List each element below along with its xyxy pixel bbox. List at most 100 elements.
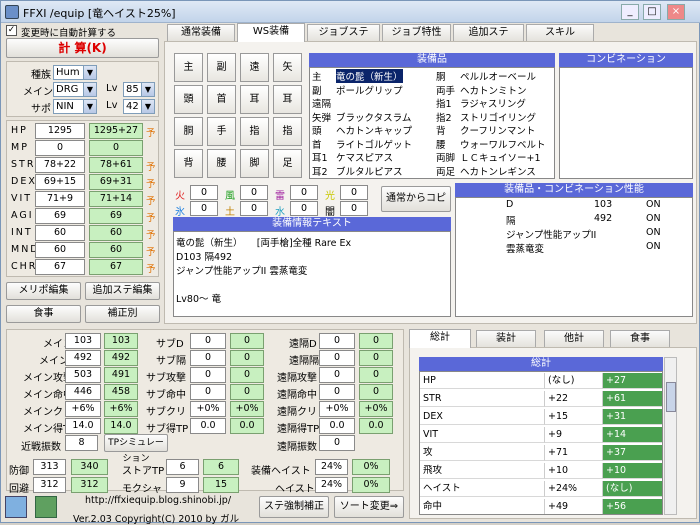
result-tab-0[interactable]: 総計 — [409, 329, 471, 348]
result-tab-2[interactable]: 他計 — [544, 330, 604, 347]
element-value[interactable]: 0 — [340, 185, 368, 200]
slot-button[interactable]: 足 — [273, 149, 302, 178]
tab-5[interactable]: スキル — [526, 24, 594, 41]
auto-calc-checkbox[interactable]: ✓ — [6, 25, 17, 36]
stat-total: 60 — [89, 225, 143, 241]
perf-list[interactable]: D 103 ON 隔 492 ON ジャンプ性能アップII ON 雲蒸竜変 ON — [455, 197, 693, 317]
window-title: FFXI /equip [竜ヘイスト25%] — [23, 7, 176, 20]
element-value[interactable]: 0 — [190, 201, 218, 216]
perf-name: 雲蒸竜変 — [506, 244, 545, 255]
race-select[interactable]: Hum ▼ — [53, 65, 97, 80]
defense-label: 防御 — [9, 466, 29, 477]
minimize-button[interactable]: _ — [621, 4, 639, 20]
slot-button[interactable]: 指 — [240, 117, 269, 146]
slot-button[interactable]: 副 — [207, 53, 236, 82]
perf-name: ジャンプ性能アップII — [506, 230, 597, 241]
totals-sum: +61 — [602, 391, 662, 407]
ranged-stat-label: 遠隔攻撃 — [277, 373, 317, 384]
equip-item[interactable]: ヘカトンキャップ — [336, 123, 412, 137]
info-line: Lv80～ 竜 — [176, 294, 222, 305]
ranged-stat-label: 遠隔隔 — [289, 356, 319, 367]
tab-3[interactable]: ジョブ特性 — [382, 24, 451, 41]
equip-item[interactable]: ヘカトンミトン — [460, 83, 527, 97]
element-symbol: 闇 — [325, 207, 335, 218]
slot-button[interactable]: 耳 — [273, 85, 302, 114]
equip-item[interactable]: ポールグリップ — [336, 83, 403, 97]
equip-list[interactable]: 主 竜の髭（新生） 胴 ペルルオーベール副 ポールグリップ 両手 ヘカトンミトン 遠隔 指1 ラジ… — [309, 67, 555, 179]
equip-item[interactable]: ケマスピアス — [336, 150, 393, 164]
equip-item[interactable]: ブラックタスラム — [336, 110, 411, 124]
tab-0[interactable]: 通常装備 — [167, 24, 235, 41]
copy-from-normal-button[interactable]: 通常からコピー — [381, 186, 451, 228]
sub-lv-select[interactable]: 42 ▼ — [123, 99, 155, 114]
addstats-button[interactable]: 追加ステ編集 — [85, 282, 160, 300]
merits-button[interactable]: メリポ編集 — [6, 282, 81, 300]
sub-job-select[interactable]: NIN ▼ — [53, 99, 97, 114]
slot-button[interactable]: 手 — [207, 117, 236, 146]
equip-item[interactable]: 竜の髭（新生） — [336, 69, 403, 83]
stat-total: 1295+27 — [89, 123, 143, 139]
totals-equip: +15 — [544, 409, 602, 425]
tp-simulation-button[interactable]: TPシミュレーション — [104, 434, 168, 464]
calc-button[interactable]: 計 算(K) — [6, 38, 159, 58]
element-value[interactable]: 0 — [290, 185, 318, 200]
main-stat-total: 458 — [104, 384, 138, 400]
slot-button[interactable]: 腰 — [207, 149, 236, 178]
combo-list[interactable] — [559, 67, 693, 179]
maximize-button[interactable]: □ — [643, 4, 661, 20]
tab-4[interactable]: 追加ステ — [453, 24, 524, 41]
tab-2[interactable]: ジョブステ — [307, 24, 380, 41]
slot-button[interactable]: 遠 — [240, 53, 269, 82]
slot-button[interactable]: 頭 — [174, 85, 203, 114]
equip-item[interactable]: クーフリンマント — [460, 123, 535, 137]
totals-grid[interactable]: HP (なし) +27 STR +22 +61 DEX +15 +31 VIT +9 +14 攻 +71 +… — [419, 371, 663, 515]
equip-item[interactable]: ウォーワルフベルト — [460, 137, 546, 151]
perf-flag: ON — [646, 227, 661, 238]
equip-item[interactable]: ＬＣキュイソー+1 — [460, 150, 541, 164]
result-tab-3[interactable]: 食事 — [610, 330, 670, 347]
slot-button[interactable]: 指 — [273, 117, 302, 146]
totals-equip: +24% — [544, 481, 602, 497]
element-value[interactable]: 0 — [240, 185, 268, 200]
totals-name: STR — [420, 391, 544, 407]
force-correct-button[interactable]: ステ強制補正 — [259, 496, 329, 518]
equip-item[interactable]: ブルタルピアス — [336, 164, 403, 178]
slot-button[interactable]: 首 — [207, 85, 236, 114]
slot-button[interactable]: 耳 — [240, 85, 269, 114]
equip-item[interactable]: ラジャスリング — [460, 96, 526, 110]
haste-value: 24% — [315, 477, 348, 493]
equip-haste-label: 装備ヘイスト — [251, 466, 311, 477]
main-job-select[interactable]: DRG ▼ — [53, 82, 97, 97]
totals-scrollbar[interactable] — [664, 357, 677, 515]
close-button[interactable]: × — [667, 4, 685, 20]
food-button[interactable]: 食事 — [6, 305, 81, 323]
element-value[interactable]: 0 — [240, 201, 268, 216]
tab-1[interactable]: WS装備 — [237, 23, 305, 42]
slot-button[interactable]: 主 — [174, 53, 203, 82]
element-symbol: 火 — [175, 191, 185, 202]
slot-button[interactable]: 胴 — [174, 117, 203, 146]
element-value[interactable]: 0 — [340, 201, 368, 216]
element-value[interactable]: 0 — [190, 185, 218, 200]
main-lv-select[interactable]: 85 ▼ — [123, 82, 155, 97]
slot-button[interactable]: 矢 — [273, 53, 302, 82]
equip-item[interactable]: ライトゴルゲット — [336, 137, 412, 151]
slot-label: 頭 — [312, 126, 322, 137]
slot-button[interactable]: 背 — [174, 149, 203, 178]
defense-total: 340 — [71, 459, 108, 475]
stat-name: DEX — [11, 176, 37, 187]
save-icon[interactable] — [5, 496, 27, 518]
slot-button[interactable]: 脚 — [240, 149, 269, 178]
result-tab-1[interactable]: 装計 — [476, 330, 536, 347]
equip-item[interactable]: ペルルオーベール — [460, 69, 536, 83]
equip-item[interactable]: ヘカトンレギンス — [460, 164, 536, 178]
equip-item[interactable]: ストリゴイリング — [460, 110, 536, 124]
stat-base: 67 — [35, 259, 85, 275]
correction-button[interactable]: 補正別 — [85, 305, 160, 323]
main-stat-total: 491 — [104, 367, 138, 383]
site-url[interactable]: http://ffxiequip.blog.shinobi.jp/ — [85, 495, 231, 506]
element-value[interactable]: 0 — [290, 201, 318, 216]
open-icon[interactable] — [35, 496, 57, 518]
info-text[interactable]: 竜の髭（新生） [両手槍]全種 Rare Ex D103 隔492 ジャンプ性能アッ… — [173, 231, 451, 317]
sort-change-button[interactable]: ソート変更⇒ — [334, 496, 404, 518]
